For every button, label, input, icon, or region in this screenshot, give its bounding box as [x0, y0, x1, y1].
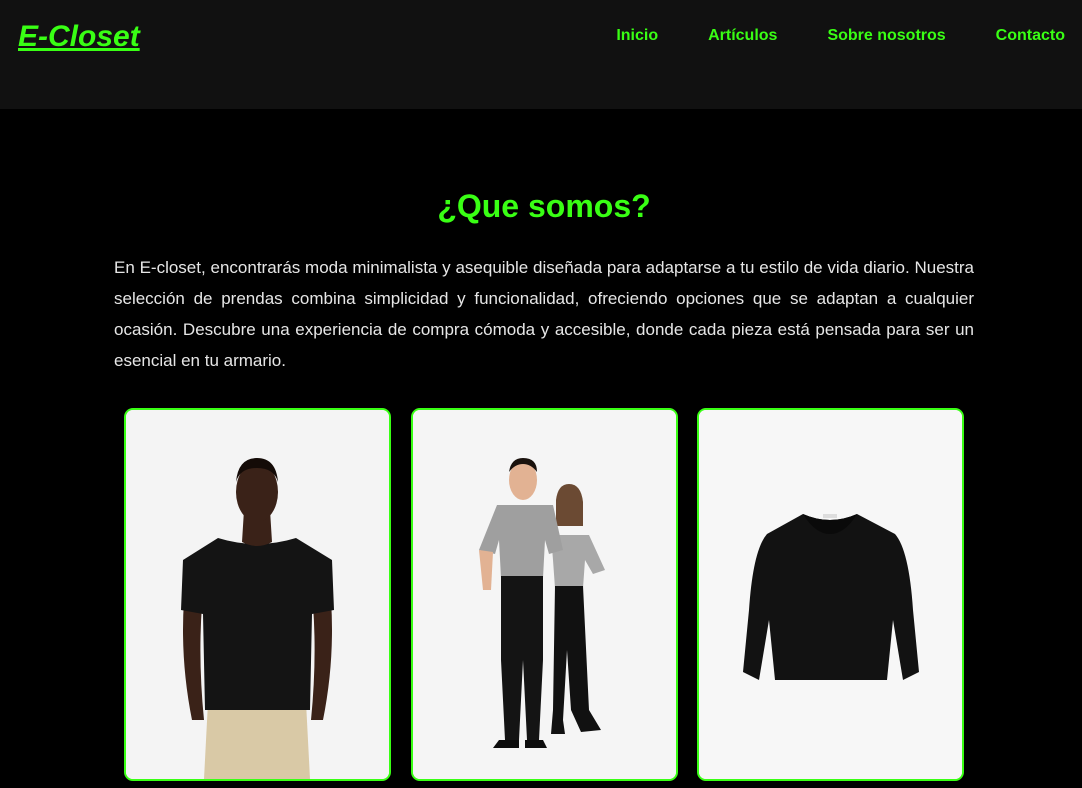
black-sweater-photo — [699, 410, 962, 779]
couple-grey-tshirts-photo — [413, 410, 676, 779]
product-card[interactable] — [124, 408, 391, 781]
nav-link-sobre-nosotros[interactable]: Sobre nosotros — [827, 26, 945, 46]
site-header: E-Closet Inicio Artículos Sobre nosotros… — [0, 0, 1082, 109]
main-nav: Inicio Artículos Sobre nosotros Contacto — [616, 26, 1065, 46]
section-description: En E-closet, encontrarás moda minimalist… — [114, 258, 974, 370]
product-card[interactable] — [411, 408, 678, 781]
nav-link-articulos[interactable]: Artículos — [708, 26, 777, 46]
man-black-tshirt-photo — [126, 410, 389, 779]
site-logo[interactable]: E-Closet — [18, 18, 140, 56]
section-title: ¿Que somos? — [437, 188, 651, 224]
product-card[interactable] — [697, 408, 964, 781]
nav-link-contacto[interactable]: Contacto — [996, 26, 1065, 46]
nav-link-inicio[interactable]: Inicio — [616, 26, 658, 46]
